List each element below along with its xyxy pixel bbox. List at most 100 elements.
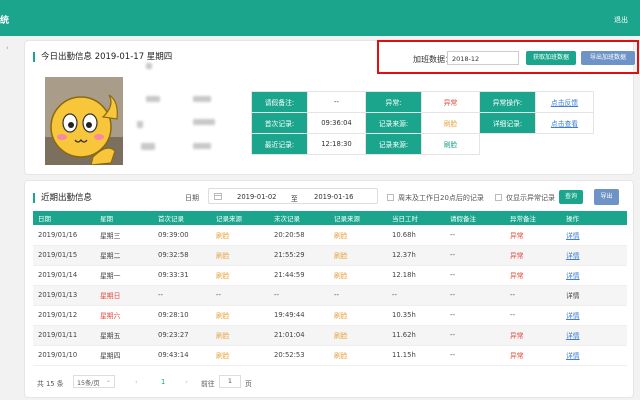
feedback-link[interactable]: 点击反馈 <box>535 91 594 113</box>
blurred-info <box>193 119 215 125</box>
blurred-info <box>146 96 160 102</box>
overtime-highlight-box: 加班数据： 2018-12 获取加班数据 导出加班数据 <box>377 40 639 74</box>
date-from[interactable]: 2019-01-02 <box>237 193 277 201</box>
table-row: 2019/01/11 星期五 09:23:27 刷脸 21:01:04 刷脸 11.62h -… <box>33 325 627 346</box>
abnormal-checkbox[interactable] <box>495 194 502 201</box>
table-row: 2019/01/16 星期三 09:39:00 刷脸 20:20:58 刷脸 10.68h -… <box>33 225 627 246</box>
first-record-cell: 09:28:10 <box>153 305 211 326</box>
info-label: 记录来源: <box>365 133 422 155</box>
last-source-cell: 刷脸 <box>329 265 387 286</box>
calendar-icon <box>214 193 222 200</box>
prev-page-button[interactable]: ‹ <box>135 378 138 386</box>
date-to[interactable]: 2019-01-16 <box>314 193 354 201</box>
abnormal-note-cell: 异常 <box>505 245 561 266</box>
date-cell: 2019/01/14 <box>33 265 95 286</box>
leave-note-cell: -- <box>445 305 505 326</box>
column-header: 日期 <box>33 211 95 225</box>
first-record-cell: 09:43:14 <box>153 345 211 366</box>
date-range-picker[interactable]: 2019-01-02 至 2019-01-16 <box>208 188 378 204</box>
hours-cell: 10.68h <box>387 225 445 246</box>
column-header: 首次记录 <box>153 211 211 225</box>
last-record-cell: -- <box>269 285 329 306</box>
export-overtime-button[interactable]: 导出加班数据 <box>581 51 635 65</box>
first-record-cell: 09:32:58 <box>153 245 211 266</box>
info-value: 异常 <box>421 91 480 113</box>
today-title: 今日出勤信息 2019-01-17 星期四 <box>33 52 172 62</box>
action-cell[interactable]: 详情 <box>561 325 627 346</box>
date-separator: 至 <box>291 195 298 203</box>
table-row: 2019/01/10 星期四 09:43:14 刷脸 20:52:53 刷脸 11.15h -… <box>33 345 627 366</box>
action-cell[interactable]: 详情 <box>561 345 627 366</box>
first-record-cell: 09:39:00 <box>153 225 211 246</box>
query-button[interactable]: 查询 <box>559 190 583 204</box>
abnormal-note-cell: -- <box>505 305 561 326</box>
first-source-cell: 刷脸 <box>211 245 269 266</box>
view-detail-link[interactable]: 点击查看 <box>535 112 594 134</box>
table-row: 2019/01/15 星期二 09:32:58 刷脸 21:55:29 刷脸 12.37h -… <box>33 245 627 266</box>
collapse-arrow-icon[interactable]: ‹ <box>6 44 9 52</box>
column-header: 末次记录 <box>269 211 329 225</box>
action-cell[interactable]: 详情 <box>561 245 627 266</box>
first-source-cell: 刷脸 <box>211 225 269 246</box>
info-label: 请假备注: <box>251 91 308 113</box>
weekday-cell: 星期日 <box>95 285 153 306</box>
last-source-cell: 刷脸 <box>329 225 387 246</box>
current-page[interactable]: 1 <box>161 378 165 386</box>
abnormal-note-cell: 异常 <box>505 345 561 366</box>
column-header: 请假备注 <box>445 211 505 225</box>
leave-note-cell: -- <box>445 225 505 246</box>
weekday-cell: 星期一 <box>95 265 153 286</box>
weekday-cell: 星期六 <box>95 305 153 326</box>
goto-page-input[interactable]: 1 <box>219 375 241 388</box>
action-cell[interactable]: 详情 <box>561 225 627 246</box>
first-record-cell: -- <box>153 285 211 306</box>
action-cell[interactable]: 详情 <box>561 265 627 286</box>
last-source-cell: 刷脸 <box>329 325 387 346</box>
info-label: 首次记录: <box>251 112 308 134</box>
info-value: 刷脸 <box>421 133 480 155</box>
weekend-option-label: 周末及工作日20点后的记录 <box>398 194 484 202</box>
first-source-cell: -- <box>211 285 269 306</box>
today-attendance-card: 今日出勤信息 2019-01-17 星期四 加班数据： 2018-12 获取加班… <box>24 40 639 175</box>
column-header: 星期 <box>95 211 153 225</box>
leave-note-cell: -- <box>445 265 505 286</box>
info-value: 12:18:30 <box>307 133 366 155</box>
last-source-cell: -- <box>329 285 387 306</box>
get-overtime-button[interactable]: 获取加班数据 <box>526 51 576 65</box>
date-cell: 2019/01/10 <box>33 345 95 366</box>
column-header: 操作 <box>561 211 627 225</box>
action-cell[interactable]: 详情 <box>561 305 627 326</box>
column-header: 异常备注 <box>505 211 561 225</box>
logout-link[interactable]: 退出 <box>614 15 628 25</box>
date-label: 日期 <box>185 194 199 202</box>
info-label: 记录来源: <box>365 112 422 134</box>
last-record-cell: 21:01:04 <box>269 325 329 346</box>
avatar-emoji-icon <box>45 77 123 165</box>
sidebar: ‹ <box>0 36 22 400</box>
hours-cell: -- <box>387 285 445 306</box>
leave-note-cell: -- <box>445 285 505 306</box>
weekend-checkbox[interactable] <box>387 194 394 201</box>
weekday-cell: 星期五 <box>95 325 153 346</box>
export-button[interactable]: 导出 <box>594 189 619 205</box>
info-value: 09:36:04 <box>307 112 366 134</box>
blurred-info <box>193 96 211 102</box>
date-cell: 2019/01/16 <box>33 225 95 246</box>
blurred-info <box>146 63 152 69</box>
leave-note-cell: -- <box>445 325 505 346</box>
first-source-cell: 刷脸 <box>211 325 269 346</box>
page-size-select[interactable]: 15条/页 ⌄ <box>73 375 115 388</box>
weekday-cell: 星期三 <box>95 225 153 246</box>
info-value: -- <box>307 91 366 113</box>
blurred-info <box>141 143 155 150</box>
blurred-info <box>193 143 211 149</box>
next-page-button[interactable]: › <box>185 378 188 386</box>
table-header: 日期 星期 首次记录 记录来源 末次记录 记录来源 当日工时 请假备注 异常备注… <box>33 211 627 225</box>
recent-title: 近期出勤信息 <box>33 193 92 203</box>
first-record-cell: 09:23:27 <box>153 325 211 346</box>
weekday-cell: 星期二 <box>95 245 153 266</box>
last-source-cell: 刷脸 <box>329 245 387 266</box>
last-source-cell: 刷脸 <box>329 305 387 326</box>
table-row: 2019/01/14 星期一 09:33:31 刷脸 21:44:59 刷脸 12.18h -… <box>33 265 627 286</box>
overtime-month-input[interactable]: 2018-12 <box>447 51 519 65</box>
